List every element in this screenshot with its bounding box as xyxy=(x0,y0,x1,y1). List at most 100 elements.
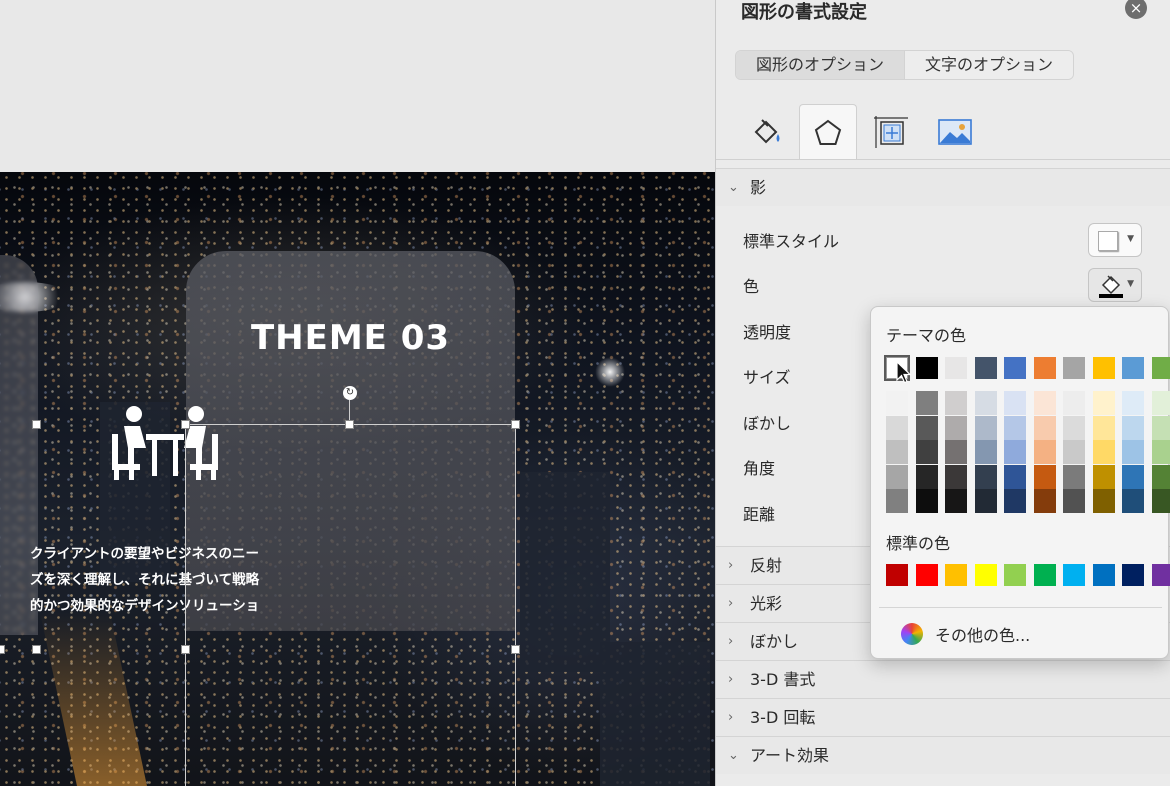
theme-shade-swatch[interactable] xyxy=(1033,464,1056,489)
chevron-down-icon: ▼ xyxy=(1127,279,1134,289)
theme-shade-swatch[interactable] xyxy=(886,415,908,440)
resize-handle-top[interactable] xyxy=(345,420,354,429)
theme-shade-swatch[interactable] xyxy=(1063,440,1085,464)
theme-shade-swatch[interactable] xyxy=(1092,489,1115,513)
theme-shade-swatch[interactable] xyxy=(945,464,967,489)
theme-color-swatch[interactable] xyxy=(974,357,997,379)
theme-color-swatch[interactable] xyxy=(1151,357,1170,379)
theme-shade-swatch[interactable] xyxy=(886,464,908,489)
theme-shade-swatch[interactable] xyxy=(886,391,908,415)
tab-size-properties[interactable] xyxy=(862,104,920,160)
theme-shade-swatch[interactable] xyxy=(1063,391,1085,415)
tab-picture[interactable] xyxy=(926,104,984,160)
resize-handle-top-left[interactable] xyxy=(181,420,190,429)
theme-shade-swatch[interactable] xyxy=(1092,391,1115,415)
theme-color-swatch[interactable] xyxy=(915,357,938,379)
theme-shade-swatch[interactable] xyxy=(1033,489,1056,513)
close-pane-button[interactable]: × xyxy=(1125,0,1147,19)
theme-shade-swatch[interactable] xyxy=(1151,415,1170,440)
tab-effects[interactable] xyxy=(799,104,857,160)
theme-shade-swatch[interactable] xyxy=(1004,391,1026,415)
theme-color-swatch[interactable] xyxy=(945,357,967,379)
standard-color-swatch[interactable] xyxy=(945,564,967,586)
color-picker-popup: テーマの色 標準の色 その他の色... xyxy=(870,306,1170,659)
tab-text-options[interactable]: 文字のオプション xyxy=(904,51,1074,79)
theme-shade-swatch[interactable] xyxy=(945,391,967,415)
theme-color-swatch[interactable] xyxy=(1092,357,1115,379)
theme-shade-swatch[interactable] xyxy=(915,391,938,415)
theme-shade-swatch[interactable] xyxy=(1033,415,1056,440)
theme-color-swatch[interactable] xyxy=(1063,357,1085,379)
theme-shade-swatch[interactable] xyxy=(1004,464,1026,489)
theme-shade-swatch[interactable] xyxy=(1033,440,1056,464)
standard-color-swatch[interactable] xyxy=(1033,564,1056,586)
tab-fill-line[interactable] xyxy=(738,104,796,160)
theme-shade-swatch[interactable] xyxy=(1151,489,1170,513)
theme-shade-swatch[interactable] xyxy=(1151,391,1170,415)
theme-shade-swatch[interactable] xyxy=(1092,415,1115,440)
theme-shade-swatch[interactable] xyxy=(915,415,938,440)
resize-handle-left-card[interactable] xyxy=(32,645,41,654)
theme-shade-swatch[interactable] xyxy=(1122,415,1144,440)
theme-color-swatch[interactable] xyxy=(1004,357,1026,379)
chevron-right-icon: › xyxy=(728,558,734,573)
label-presets: 標準スタイル xyxy=(743,232,840,251)
theme-shade-swatch[interactable] xyxy=(974,440,997,464)
section-shadow-label: 影 xyxy=(750,178,767,197)
standard-color-swatch[interactable] xyxy=(1004,564,1026,586)
theme-shade-swatch[interactable] xyxy=(974,464,997,489)
theme-shade-swatch[interactable] xyxy=(1063,415,1085,440)
theme-shade-swatch[interactable] xyxy=(886,440,908,464)
theme-shade-swatch[interactable] xyxy=(974,415,997,440)
card-description-line: クライアントの要望やビジネスのニー xyxy=(30,546,259,562)
theme-shade-swatch[interactable] xyxy=(915,464,938,489)
theme-shade-swatch[interactable] xyxy=(915,440,938,464)
resize-handle-left[interactable] xyxy=(181,645,190,654)
resize-handle-right[interactable] xyxy=(511,645,520,654)
section-3d-rotation-header[interactable]: › 3-D 回転 xyxy=(716,698,1170,736)
rotate-handle[interactable]: ↻ xyxy=(343,386,357,400)
theme-shade-swatch[interactable] xyxy=(1033,391,1056,415)
theme-shade-swatch[interactable] xyxy=(1151,440,1170,464)
theme-shade-swatch[interactable] xyxy=(945,440,967,464)
theme-shade-swatch[interactable] xyxy=(945,415,967,440)
theme-shade-swatch[interactable] xyxy=(1122,440,1144,464)
resize-handle-top-right[interactable] xyxy=(511,420,520,429)
presets-dropdown[interactable]: ▼ xyxy=(1088,223,1142,257)
theme-shade-swatch[interactable] xyxy=(1151,464,1170,489)
standard-color-swatch[interactable] xyxy=(915,564,938,586)
theme-shade-swatch[interactable] xyxy=(1004,440,1026,464)
standard-color-swatch[interactable] xyxy=(974,564,997,586)
theme-shade-swatch[interactable] xyxy=(1122,489,1144,513)
theme-shade-swatch[interactable] xyxy=(1092,464,1115,489)
theme-shade-swatch[interactable] xyxy=(1122,391,1144,415)
resize-handle-left-card[interactable] xyxy=(32,420,41,429)
popup-divider xyxy=(879,607,1162,608)
standard-color-swatch[interactable] xyxy=(1122,564,1144,586)
section-3d-format-header[interactable]: › 3-D 書式 xyxy=(716,660,1170,698)
theme-shade-swatch[interactable] xyxy=(1063,464,1085,489)
theme-shade-swatch[interactable] xyxy=(1004,415,1026,440)
theme-shade-swatch[interactable] xyxy=(1004,489,1026,513)
section-shadow-header[interactable]: ⌄ 影 xyxy=(716,168,1170,206)
standard-color-swatch[interactable] xyxy=(1063,564,1085,586)
more-colors-button[interactable]: その他の色... xyxy=(901,621,1030,647)
theme-shade-swatch[interactable] xyxy=(886,489,908,513)
theme-color-swatch[interactable] xyxy=(1033,357,1056,379)
canvas-gray-area xyxy=(0,0,715,172)
theme-shade-swatch[interactable] xyxy=(974,489,997,513)
theme-shade-swatch[interactable] xyxy=(974,391,997,415)
theme-shade-swatch[interactable] xyxy=(1063,489,1085,513)
resize-handle-left-card[interactable] xyxy=(0,645,5,654)
standard-color-swatch[interactable] xyxy=(1151,564,1170,586)
theme-shade-swatch[interactable] xyxy=(1092,440,1115,464)
color-dropdown[interactable]: ▼ xyxy=(1088,268,1142,302)
theme-shade-swatch[interactable] xyxy=(945,489,967,513)
theme-shade-swatch[interactable] xyxy=(915,489,938,513)
theme-color-swatch[interactable] xyxy=(1122,357,1144,379)
standard-color-swatch[interactable] xyxy=(886,564,908,586)
tab-shape-options[interactable]: 図形のオプション xyxy=(736,51,905,79)
section-artistic-effects-header[interactable]: ⌄ アート効果 xyxy=(716,736,1170,774)
theme-shade-swatch[interactable] xyxy=(1122,464,1144,489)
standard-color-swatch[interactable] xyxy=(1092,564,1115,586)
